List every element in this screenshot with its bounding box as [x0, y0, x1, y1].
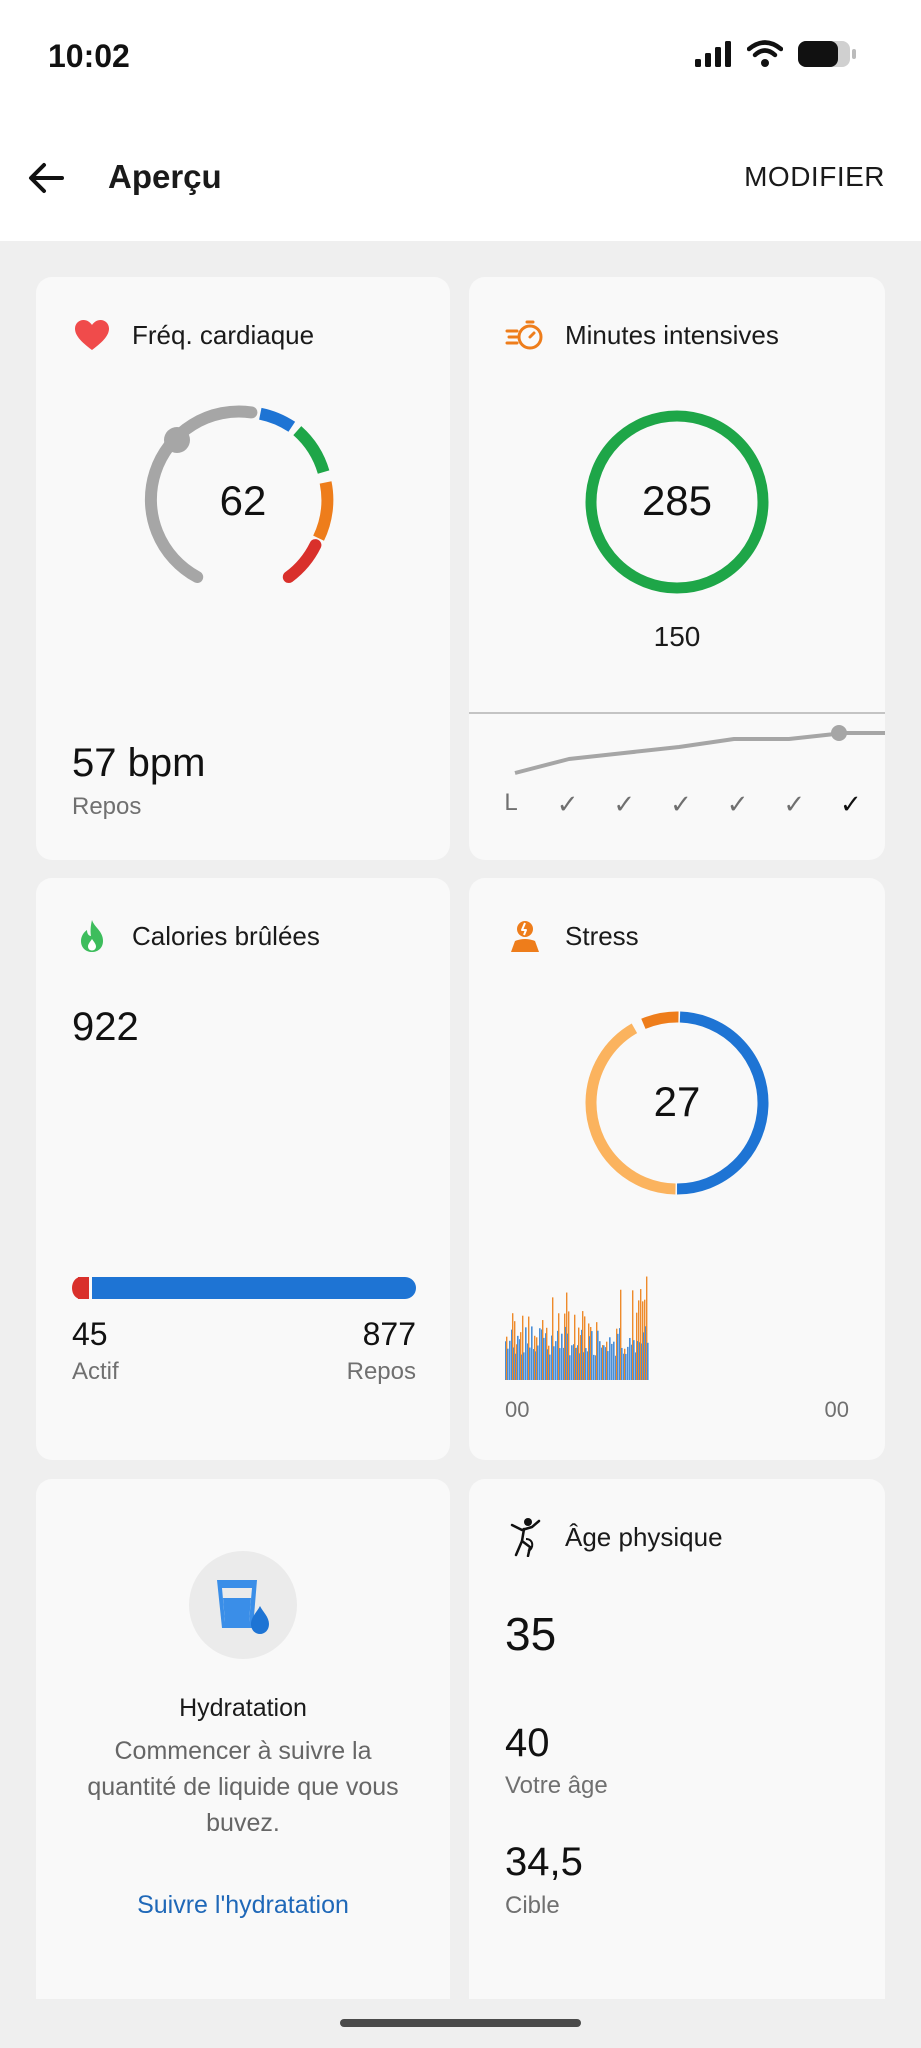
heart-rate-label: Fréq. cardiaque — [132, 319, 315, 350]
calories-total: 922 — [72, 1005, 139, 1049]
status-bar: 10:02 — [0, 0, 921, 110]
app-bar: Aperçu MODIFIER — [0, 110, 921, 241]
stress-bar-blue — [613, 1341, 615, 1380]
heart-rate-current: 62 — [219, 477, 267, 524]
stress-bar-blue — [523, 1352, 525, 1380]
stress-bar-blue — [569, 1355, 571, 1380]
stress-bar-blue — [529, 1347, 531, 1380]
intense-minutes-goal: 150 — [653, 621, 701, 652]
status-icons — [695, 40, 857, 68]
your-age-label: Votre âge — [505, 1772, 608, 1799]
stress-bar-blue — [611, 1343, 613, 1380]
stress-bar-blue — [593, 1354, 595, 1380]
weekly-progress-line — [514, 725, 885, 775]
stress-bar-blue — [539, 1328, 541, 1380]
back-arrow-icon[interactable] — [22, 154, 70, 202]
stress-bar-blue — [571, 1345, 573, 1380]
active-label: Actif — [72, 1358, 119, 1385]
stress-bar-blue — [633, 1340, 635, 1380]
rest-label: Repos — [346, 1358, 416, 1385]
wifi-icon — [747, 40, 783, 67]
stress-bar-blue — [555, 1341, 557, 1380]
stress-bar-blue — [507, 1348, 509, 1380]
stress-bar-blue — [607, 1351, 609, 1380]
target-age-label: Cible — [505, 1892, 560, 1919]
day-check: ✓ — [783, 789, 806, 819]
stress-histogram — [505, 1276, 649, 1380]
day-check: ✓ — [726, 789, 749, 819]
status-time: 10:02 — [48, 38, 130, 74]
calories-card[interactable]: Calories brûlées 922 45 Actif 877 Repos — [36, 878, 450, 1460]
stress-bar-blue — [549, 1354, 551, 1380]
resting-label: Repos — [72, 793, 142, 820]
physical-age-card[interactable]: Âge physique 35 40 Votre âge 34,5 Cible — [469, 1479, 885, 1999]
fitness-figure-icon — [510, 1518, 541, 1557]
track-hydration-link[interactable]: Suivre l'hydratation — [36, 1891, 450, 1920]
stress-bar-blue — [617, 1333, 619, 1380]
stress-bar-blue — [561, 1333, 563, 1380]
heart-icon — [75, 320, 109, 350]
target-age-value: 34,5 — [505, 1840, 583, 1884]
hydration-card[interactable]: Hydratation Commencer à suivre la quanti… — [36, 1479, 450, 1999]
stress-bar-blue — [591, 1331, 593, 1380]
flame-icon — [81, 920, 103, 952]
day-check: ✓ — [556, 789, 579, 819]
stress-bar-blue — [559, 1348, 561, 1380]
rest-calories: 877 — [362, 1316, 416, 1352]
stress-bar-blue — [531, 1326, 533, 1380]
intense-minutes-value: 285 — [641, 477, 713, 524]
stress-bar-blue — [609, 1337, 611, 1380]
physical-age-label: Âge physique — [565, 1521, 723, 1552]
stress-card[interactable]: Stress 27 00 00 — [469, 878, 885, 1460]
stress-label: Stress — [565, 920, 639, 951]
page-title: Aperçu — [108, 158, 222, 195]
intense-minutes-label: Minutes intensives — [565, 319, 779, 350]
stress-person-icon — [511, 921, 539, 952]
stress-bar-blue — [603, 1345, 605, 1380]
axis-end-label: 00 — [824, 1397, 849, 1422]
stress-bar-blue — [509, 1340, 511, 1380]
stress-bar-blue — [629, 1337, 631, 1380]
stress-bar-blue — [625, 1353, 627, 1380]
axis-start-label: 00 — [505, 1397, 530, 1422]
stress-bar-blue — [647, 1342, 649, 1380]
intense-minutes-card[interactable]: Minutes intensives 285 150 L ✓ ✓ ✓ ✓ ✓ ✓ — [469, 277, 885, 860]
stress-value: 27 — [653, 1078, 701, 1125]
day-check-today: ✓ — [840, 789, 862, 819]
stress-bar-blue — [597, 1330, 599, 1380]
stress-bar-blue — [517, 1335, 519, 1380]
stress-bar-blue — [537, 1345, 539, 1380]
day-check: ✓ — [670, 789, 692, 819]
day-check: ✓ — [613, 789, 636, 819]
battery-icon — [798, 41, 856, 67]
resting-heart-rate: 57 bpm — [72, 741, 206, 785]
stress-bar-blue — [525, 1327, 527, 1380]
stress-bar-blue — [599, 1341, 601, 1380]
stress-bar-blue — [627, 1346, 629, 1380]
water-glass-icon — [217, 1580, 269, 1634]
home-indicator[interactable] — [340, 2019, 581, 2027]
stress-bar-blue — [621, 1347, 623, 1380]
stress-bar-blue — [553, 1346, 555, 1380]
active-calories: 45 — [72, 1316, 108, 1352]
hydration-icon-circle — [189, 1551, 297, 1659]
signal-icon — [695, 41, 731, 67]
stopwatch-icon — [505, 320, 543, 350]
calories-label: Calories brûlées — [132, 920, 320, 951]
stress-bar-blue — [543, 1337, 545, 1380]
calories-bar — [72, 1277, 416, 1299]
physical-age-value: 35 — [505, 1608, 557, 1660]
stress-bar-blue — [585, 1348, 587, 1380]
hydration-description: Commencer à suivre la quantité de liquid… — [87, 1737, 399, 1837]
day-label: L — [504, 789, 518, 816]
heart-rate-card[interactable]: Fréq. cardiaque 62 57 bpm Repos — [36, 277, 450, 860]
your-age-value: 40 — [505, 1721, 550, 1765]
hydration-title: Hydratation — [179, 1694, 307, 1722]
modify-button[interactable]: MODIFIER — [744, 161, 885, 193]
weekly-day-labels: L ✓ ✓ ✓ ✓ ✓ ✓ — [491, 789, 871, 820]
